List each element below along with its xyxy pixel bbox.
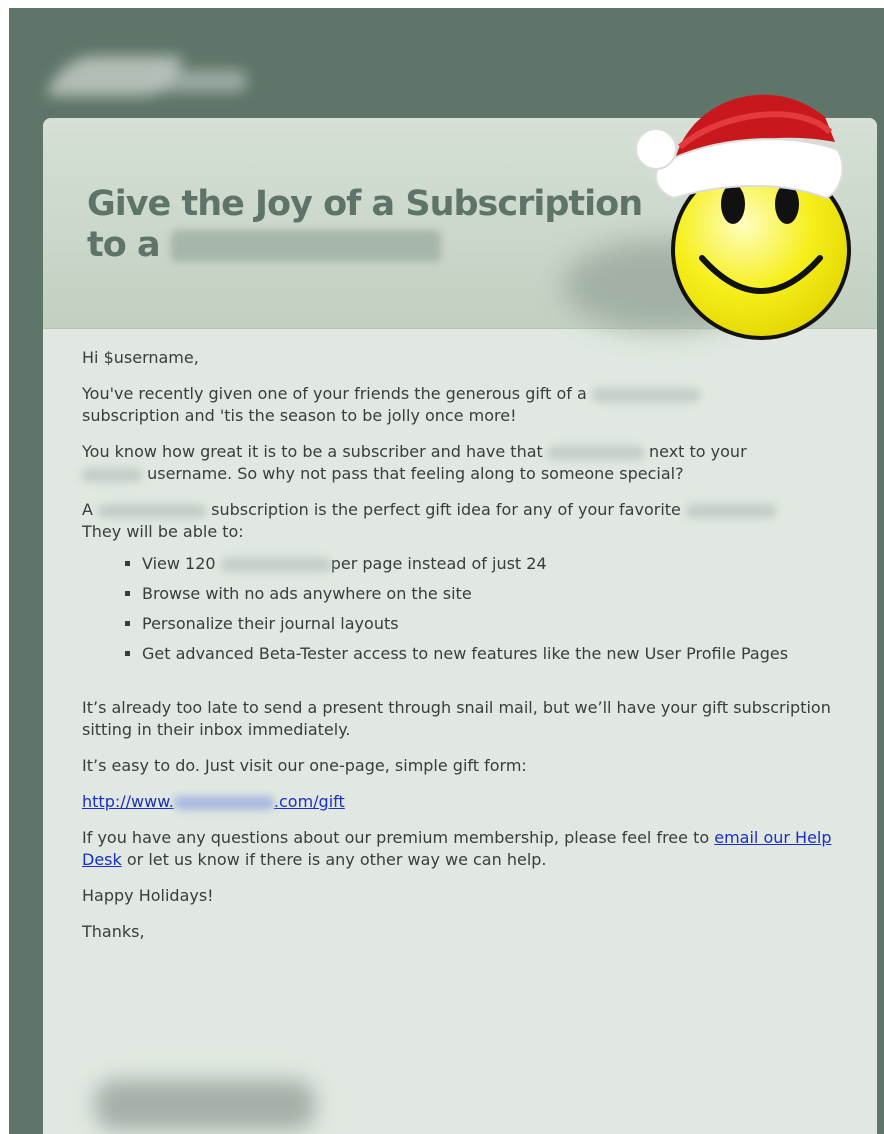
list-item: Get advanced Beta-Tester access to new f… (142, 643, 832, 665)
paragraph-thanks: Thanks, (82, 922, 145, 941)
list-item: Personalize their journal layouts (142, 613, 832, 635)
paragraph-gift-form: It’s easy to do. Just visit our one-page… (82, 756, 527, 775)
redacted-text (82, 467, 142, 482)
redacted-site-name (170, 230, 441, 262)
redacted-text (547, 445, 644, 460)
redacted-text (98, 503, 207, 518)
paragraph-subscriber: You know how great it is to be a subscri… (82, 442, 747, 483)
paragraph-gift-given: You've recently given one of your friend… (82, 383, 832, 427)
email-body: Hi $username, You've recently given one … (82, 347, 832, 957)
santa-smiley-icon (635, 94, 851, 340)
benefits-list: View 120 per page instead of just 24 Bro… (82, 553, 832, 665)
gift-link-paragraph: http://www. .com/gift (82, 791, 832, 813)
gift-form-link[interactable]: http://www. .com/gift (82, 792, 345, 811)
title-line-2-prefix: to a (87, 225, 161, 265)
title-line-1: Give the Joy of a Subscription (87, 184, 643, 224)
paragraph-snail-mail: It’s already too late to send a present … (82, 698, 831, 739)
paragraph-questions: If you have any questions about our prem… (82, 828, 832, 869)
blurred-signature (95, 1080, 315, 1130)
email-title: Give the Joy of a Subscription to a (87, 184, 647, 266)
redacted-text (173, 795, 274, 810)
redacted-text (685, 503, 776, 518)
redacted-text (591, 387, 700, 402)
redacted-text (220, 557, 331, 572)
paragraph-happy-holidays: Happy Holidays! (82, 886, 214, 905)
list-item: View 120 per page instead of just 24 (142, 553, 832, 575)
list-item: Browse with no ads anywhere on the site (142, 583, 832, 605)
paragraph-perfect-gift: A subscription is the perfect gift idea … (82, 499, 832, 543)
blurred-logo-icon (45, 26, 247, 106)
